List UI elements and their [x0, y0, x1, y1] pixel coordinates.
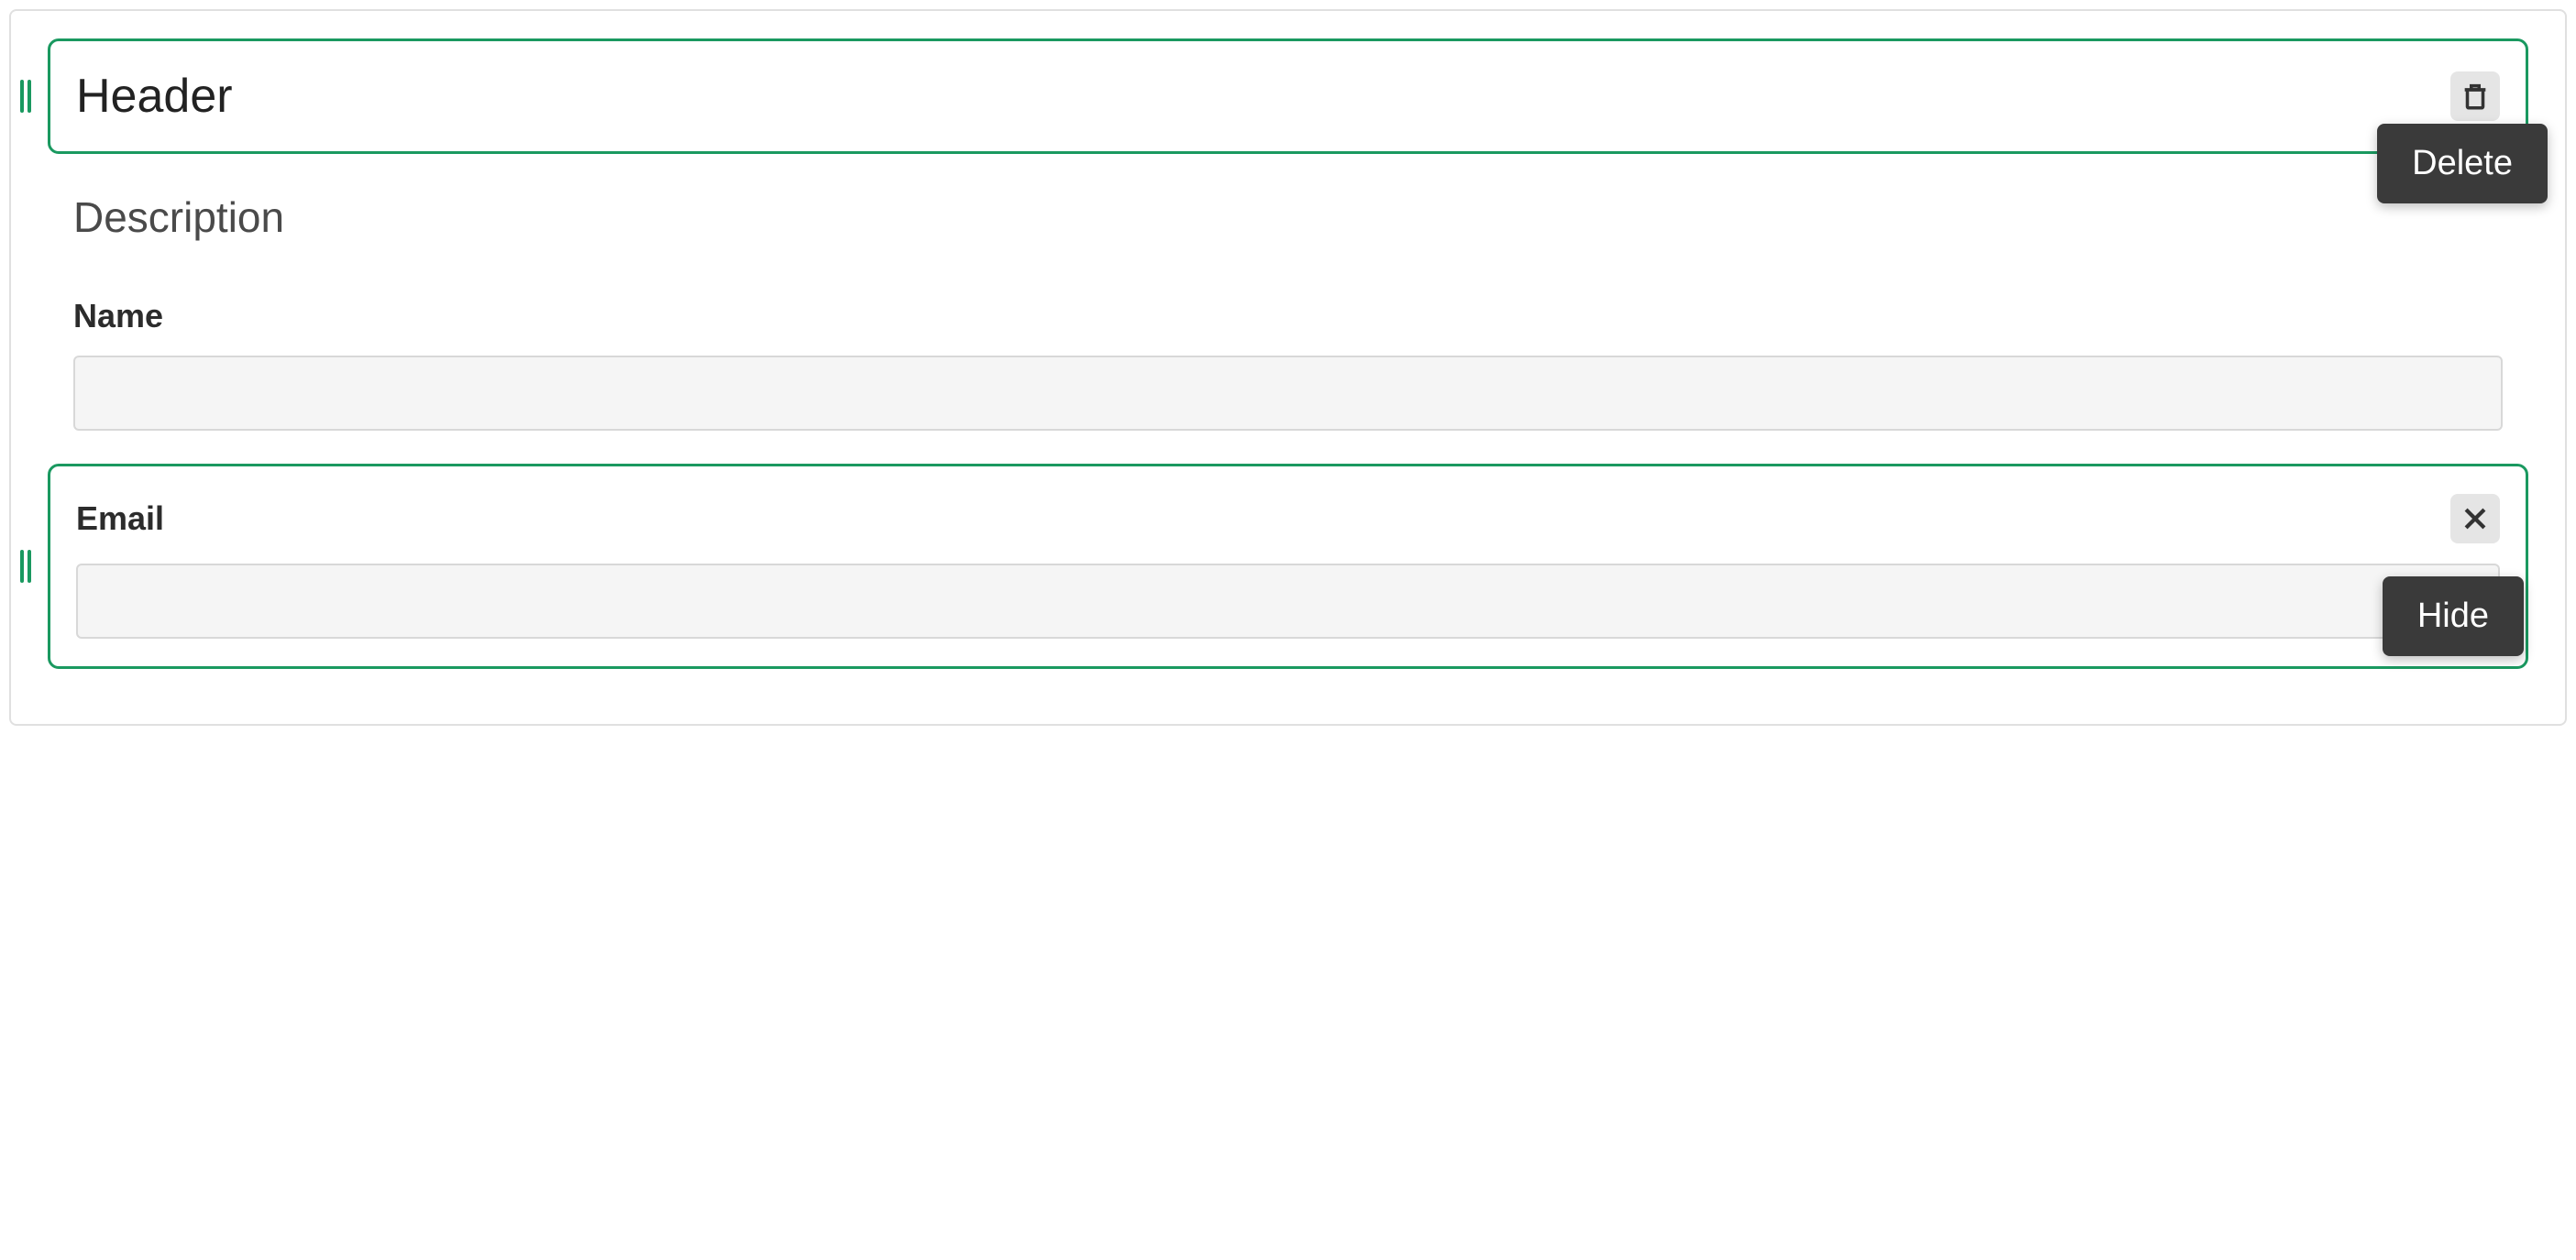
close-icon [2460, 503, 2491, 534]
email-selected-outline[interactable]: Email Hide [48, 464, 2528, 669]
form-container: Header Delete Description Name [9, 9, 2567, 726]
name-field-block: Name [48, 297, 2528, 431]
trash-icon [2460, 81, 2491, 112]
hide-tooltip: Hide [2383, 576, 2524, 656]
email-label: Email [76, 499, 164, 538]
drag-handle-icon[interactable] [20, 80, 31, 113]
name-input[interactable] [73, 356, 2503, 431]
name-label: Name [73, 297, 2503, 335]
header-title[interactable]: Header [76, 69, 233, 124]
description-text[interactable]: Description [73, 192, 2528, 242]
email-section-block: Email Hide [48, 464, 2528, 669]
delete-button[interactable] [2450, 71, 2500, 121]
header-selected-outline[interactable]: Header Delete [48, 38, 2528, 154]
drag-handle-icon[interactable] [20, 550, 31, 583]
header-section-block: Header Delete [48, 38, 2528, 154]
email-input[interactable] [76, 564, 2500, 639]
hide-button[interactable] [2450, 494, 2500, 543]
delete-tooltip: Delete [2377, 124, 2548, 203]
